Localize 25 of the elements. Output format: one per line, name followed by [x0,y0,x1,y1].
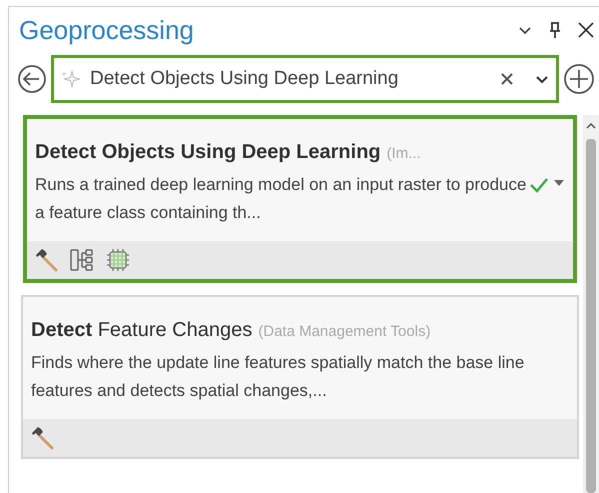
scrollbar-thumb[interactable] [586,139,596,493]
scrollbar[interactable] [583,115,599,493]
tool-name: Detect Feature Changes [31,318,252,343]
search-field[interactable]: Detect Objects Using Deep Learning [51,55,559,103]
dropdown-arrow-icon[interactable] [553,179,565,187]
pin-icon[interactable] [547,21,563,39]
search-text: Detect Objects Using Deep Learning [90,66,400,91]
sparkle-icon [60,69,80,89]
chip-icon [105,247,131,273]
tool-name: Detect Objects Using Deep Learning [35,140,381,165]
toolbox-name: (Im... [386,144,421,164]
hammer-icon [29,425,55,451]
model-builder-icon [69,247,95,273]
back-icon[interactable] [17,64,47,94]
tool-result-card[interactable]: Detect Objects Using Deep Learning (Im... Runs a trained deep learning model on an input raster to produce a feature class containing th... [23,115,577,283]
tool-description: Runs a trained deep learning model on an input raster to produce a feature class containing th... [35,174,528,224]
close-icon[interactable] [577,21,595,39]
add-icon[interactable] [563,63,595,95]
tool-description: Finds where the update line features spatially match the base line features and detects spatial changes,... [31,352,526,402]
tool-result-card[interactable]: Detect Feature Changes (Data Management Tools) Finds where the update line features spatially match the base line features and detects spatial changes,... [21,295,579,459]
clear-icon[interactable] [500,72,514,86]
scroll-up-icon[interactable] [585,121,597,131]
hammer-icon [33,247,59,273]
toolbox-name: (Data Management Tools) [258,322,431,342]
pane-title: Geoprocessing [19,14,195,46]
